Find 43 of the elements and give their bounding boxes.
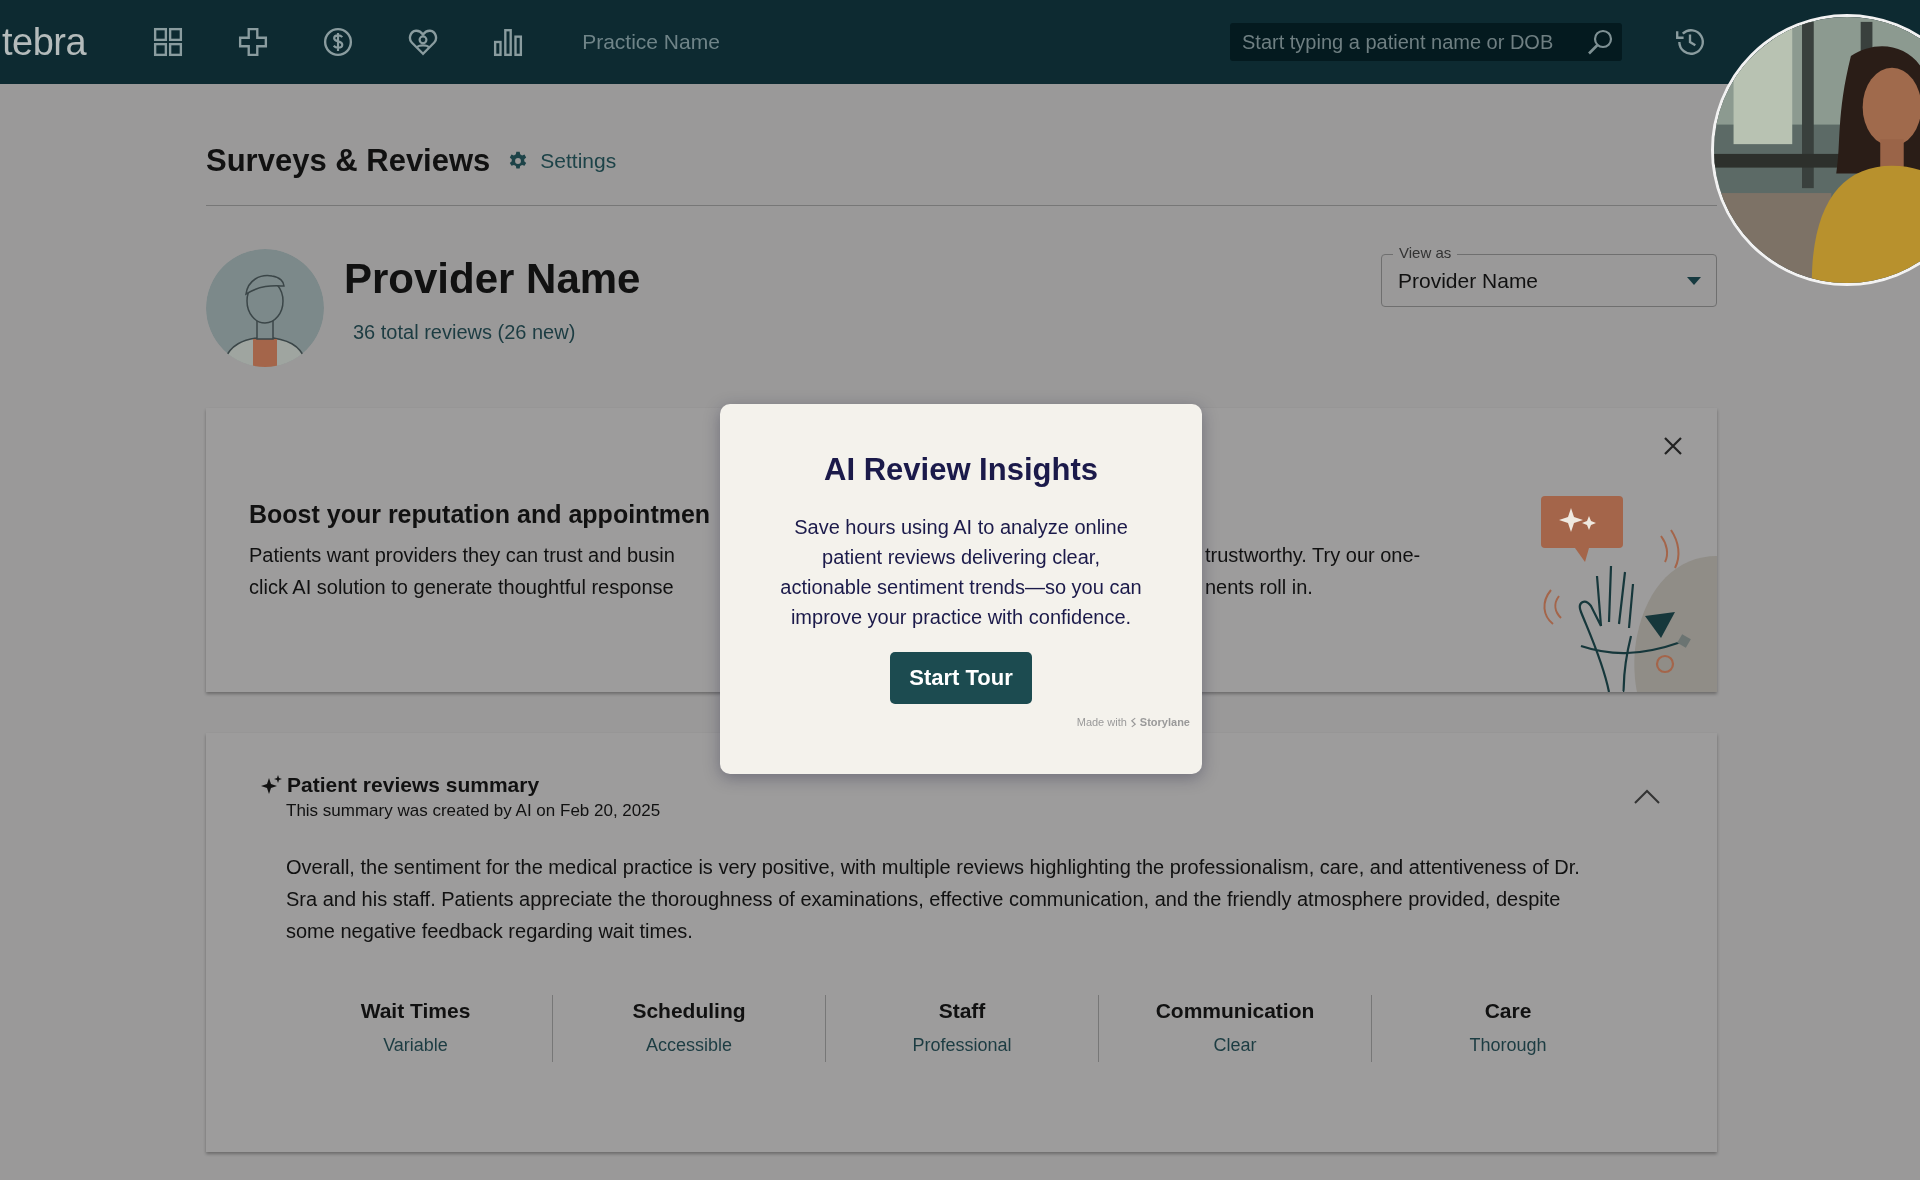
- cross-icon[interactable]: [238, 27, 269, 57]
- practice-name[interactable]: Practice Name: [582, 30, 720, 54]
- heart-person-icon[interactable]: [408, 27, 439, 57]
- summary-date: This summary was created by AI on Feb 20, 2025: [286, 801, 661, 821]
- search-field[interactable]: Start typing a patient name or DOB: [1230, 23, 1622, 61]
- banner-heading: Boost your reputation and appointmen: [249, 500, 711, 529]
- category-value: Clear: [1212, 1035, 1258, 1056]
- search-icon[interactable]: [1586, 28, 1614, 56]
- caret-icon: [1687, 276, 1701, 285]
- banner-text: trustworthy. Try our one-: [1205, 543, 1421, 568]
- review-count: 36 total reviews (26 new): [353, 321, 577, 344]
- logo[interactable]: tebra: [2, 20, 87, 64]
- grid-icon[interactable]: [153, 27, 184, 57]
- banner-text: nents roll in.: [1205, 575, 1314, 600]
- dialog-text: Save hours using AI to analyze online patient reviews delivering clear, actionable sentiment trends—so you can improve your practice with confidence.: [779, 515, 1143, 630]
- category-name: Wait Times: [359, 999, 472, 1023]
- category-name: Care: [1483, 999, 1533, 1023]
- dialog-title: AI Review Insights: [824, 452, 1098, 488]
- summary-text: Overall, the sentiment for the medical practice is very positive, with multiple reviews highlighting the professionalism, care, and attentiveness of Dr. Sra and his staff. Patients appreciate the thoroughness of examinations, effective communication, and the friendly atmosphere provided, despite some negative feedback regarding wait times.: [286, 855, 1581, 944]
- history-icon[interactable]: [1674, 26, 1706, 58]
- start-tour-button[interactable]: Start Tour: [890, 652, 1032, 704]
- category-name: Scheduling: [631, 999, 747, 1023]
- summary-title: Patient reviews summary: [287, 773, 540, 797]
- category-value: Accessible: [644, 1035, 733, 1056]
- category-value: Thorough: [1468, 1035, 1548, 1056]
- banner-text: Patients want providers they can trust and busin: [249, 543, 676, 568]
- category-value: Professional: [911, 1035, 1013, 1056]
- sparkle-icon: [261, 775, 283, 795]
- chevron-icon: [1633, 789, 1661, 805]
- category-name: Communication: [1154, 999, 1316, 1023]
- page-title: Surveys & Reviews: [206, 142, 491, 179]
- view-as-dropdown[interactable]: View as Provider Name: [1381, 243, 1717, 307]
- close-icon: [1663, 436, 1683, 456]
- bar-chart-icon[interactable]: [493, 27, 524, 57]
- provider-name: Provider Name: [344, 255, 641, 303]
- storylane-logo-icon: [1129, 716, 1137, 728]
- banner-text: click AI solution to generate thoughtful response: [249, 575, 675, 600]
- gear-icon: [508, 150, 529, 171]
- made-with-text: Made with: [1076, 716, 1127, 728]
- dollar-icon[interactable]: [323, 27, 354, 57]
- category-value: Variable: [382, 1035, 449, 1056]
- settings-link[interactable]: Settings: [508, 148, 617, 173]
- category-name: Staff: [937, 999, 987, 1023]
